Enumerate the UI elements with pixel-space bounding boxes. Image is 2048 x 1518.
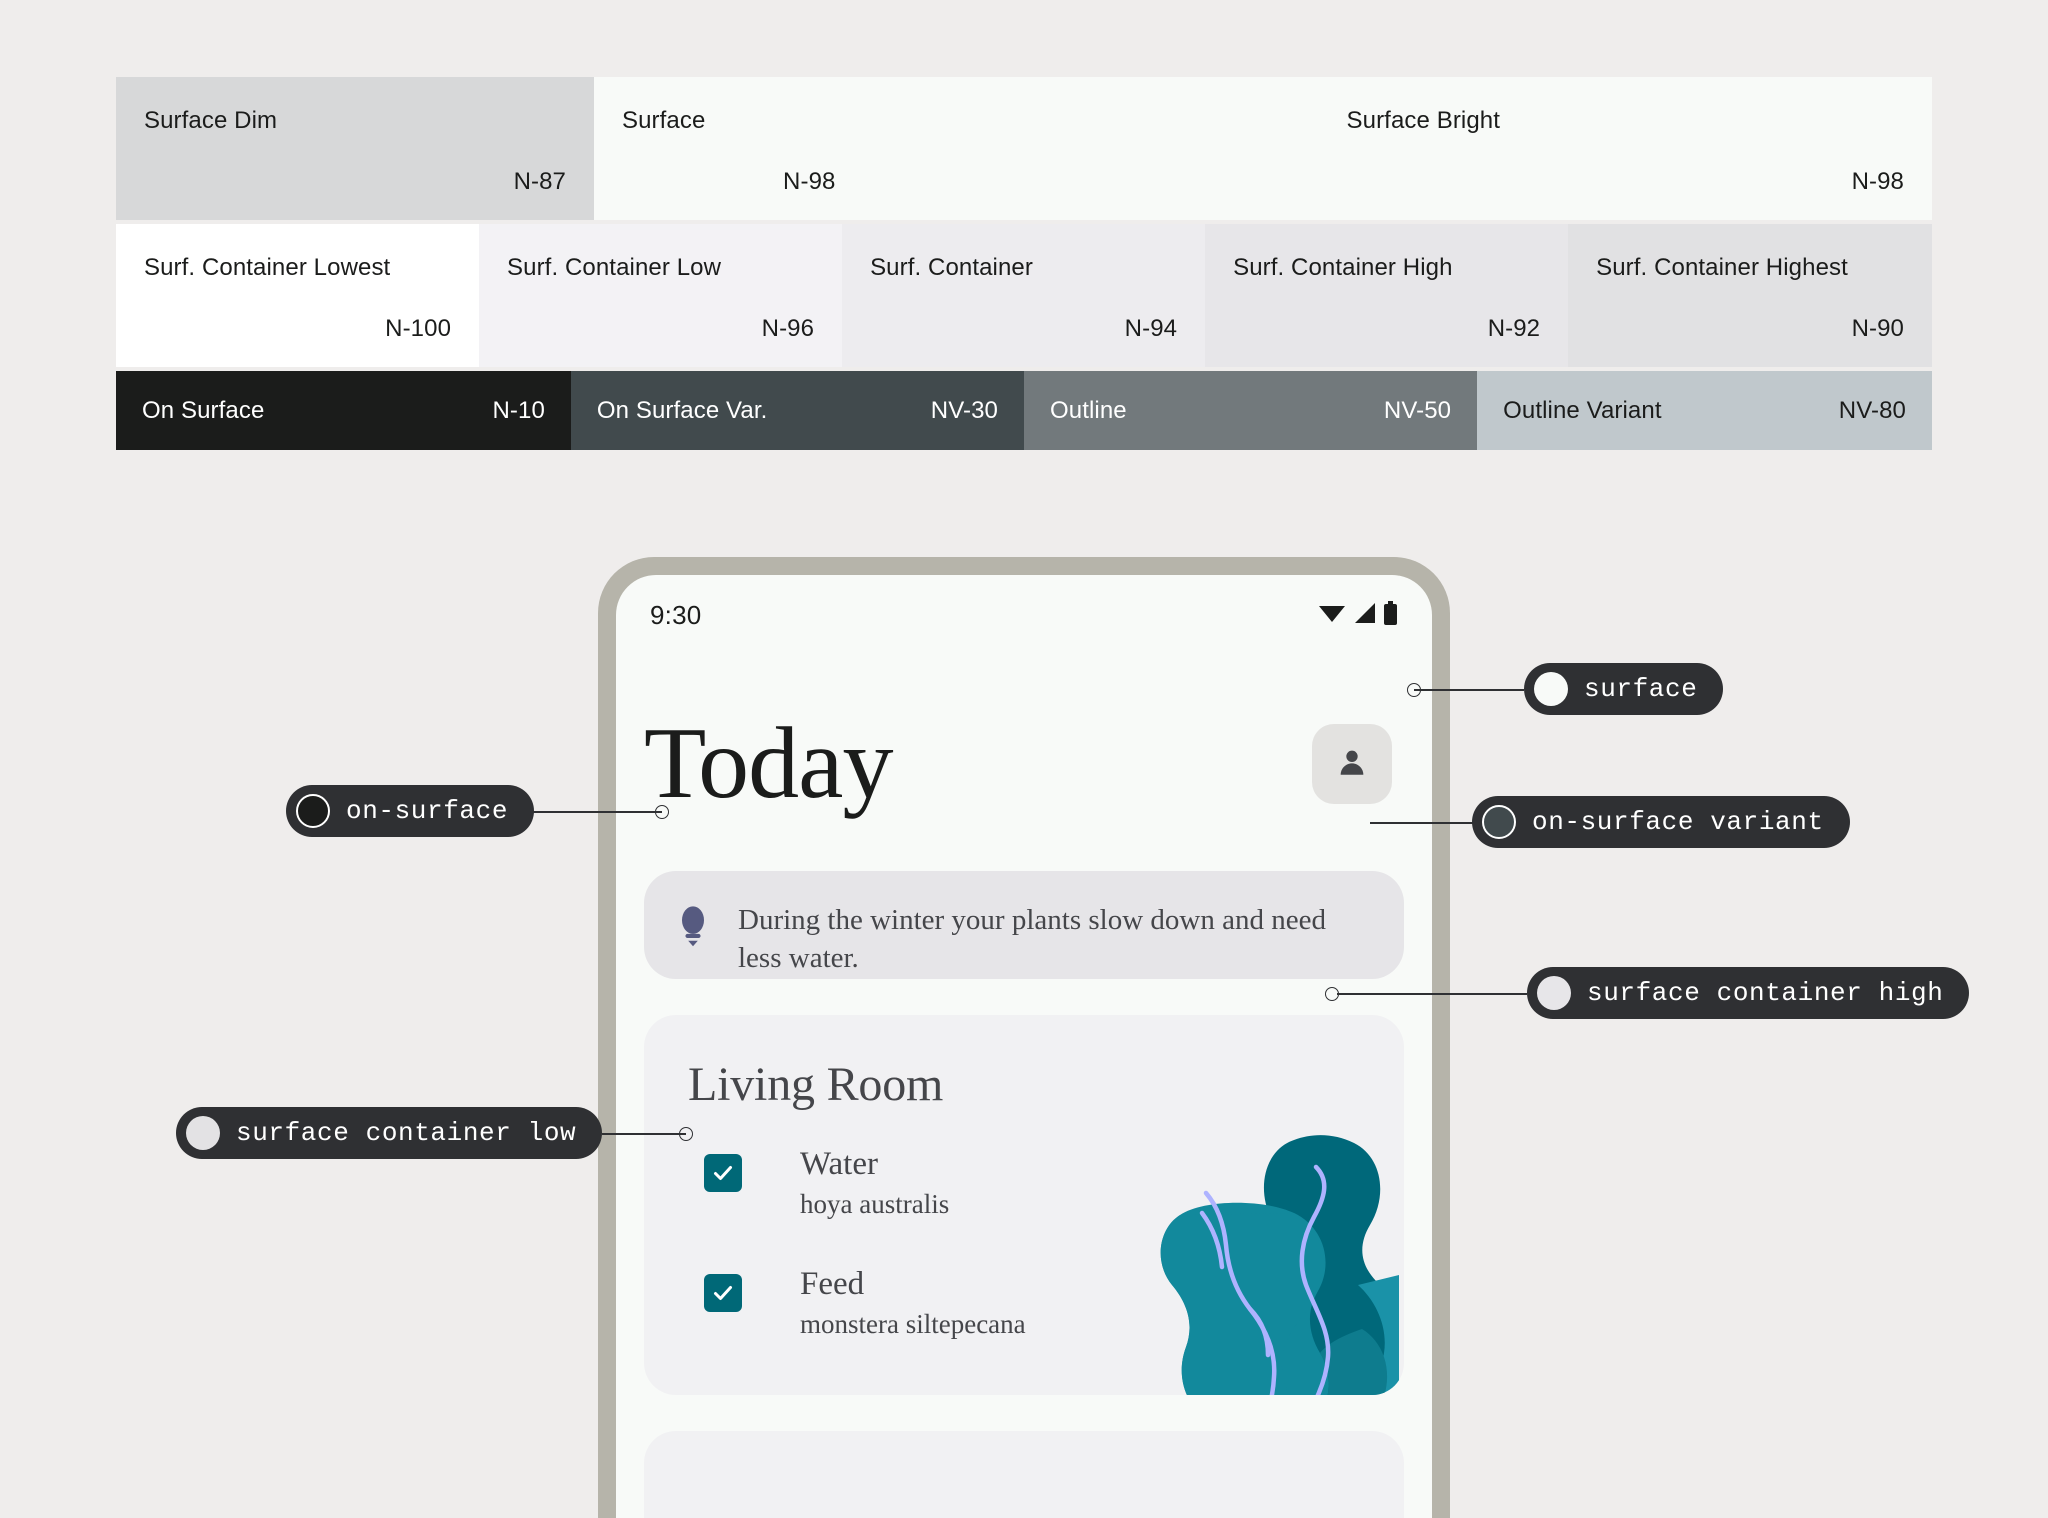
tip-text: During the winter your plants slow down …: [738, 904, 1326, 975]
annotation-pill-surface-container-low[interactable]: surface container low: [176, 1107, 603, 1159]
swatch-surface-container-highest: Surf. Container Highest N-90: [1568, 224, 1932, 367]
leader-endpoint-surface-container-low: [679, 1127, 693, 1141]
swatch-label: On Surface Var.: [596, 396, 768, 424]
signal-icon: [1352, 602, 1376, 629]
swatch-label: Surface: [621, 107, 706, 134]
task-subtitle: monstera siltepecana: [800, 1309, 1026, 1340]
room-card[interactable]: Living Room Water hoya australis Feed mo…: [644, 1015, 1404, 1395]
plant-illustration: [1160, 1135, 1399, 1395]
swatch-label: Surf. Container Highest: [1596, 254, 1848, 281]
swatch-surface-dim: Surface Dim N-87: [116, 77, 594, 220]
annotation-pill-on-surface-variant[interactable]: on-surface variant: [1472, 796, 1850, 848]
task-text: Feed monstera siltepecana: [800, 1266, 1026, 1344]
phone-mockup-frame: 9:30 Today During the winter your plants…: [598, 557, 1450, 1518]
leader-endpoint-on-surface: [655, 805, 669, 819]
swatch-label: Outline: [1050, 396, 1127, 424]
swatch-label: On Surface: [142, 396, 265, 424]
status-bar: 9:30: [616, 575, 1432, 645]
swatch-label: Surface Dim: [144, 107, 278, 134]
task-subtitle: hoya australis: [800, 1189, 950, 1220]
swatch-surface-container: Surf. Container N-94: [842, 224, 1206, 367]
wifi-icon: [1319, 603, 1345, 628]
annotation-pill-on-surface[interactable]: on-surface: [286, 785, 535, 837]
swatch-outline: Outline NV-50: [1024, 371, 1478, 450]
swatch-code: NV-50: [1383, 396, 1452, 424]
swatch-row-on-surface: On Surface N-10 On Surface Var. NV-30 Ou…: [116, 371, 1932, 450]
swatch-code: N-10: [492, 396, 545, 424]
task-row[interactable]: Feed monstera siltepecana: [644, 1266, 1404, 1344]
swatch-code: N-96: [761, 315, 815, 342]
swatch-on-surface: On Surface N-10: [116, 371, 571, 450]
leader-endpoint-surface: [1407, 683, 1421, 697]
swatch-surface-container-low: Surf. Container Low N-96: [479, 224, 843, 367]
annotation-pill-surface-container-high[interactable]: surface container high: [1527, 967, 1970, 1019]
swatch-label: Surf. Container Low: [507, 254, 722, 281]
color-dot-surface: [1534, 672, 1568, 706]
swatch-row-surface: Surface Dim N-87 Surface N-98 Surface Br…: [116, 77, 1932, 220]
leader-line-on-surface-variant: [1370, 822, 1482, 824]
leader-line-surface-container-high: [1337, 993, 1527, 995]
tip-card[interactable]: During the winter your plants slow down …: [644, 871, 1404, 979]
status-bar-time: 9:30: [650, 599, 702, 630]
leader-endpoint-surface-container-high: [1325, 987, 1339, 1001]
swatch-code: N-98: [1851, 168, 1904, 195]
annotation-label: surface: [1584, 674, 1698, 704]
next-card[interactable]: [644, 1431, 1404, 1518]
task-checkbox[interactable]: [704, 1154, 742, 1192]
color-dot-surface-container-high: [1537, 976, 1571, 1010]
person-icon: [1335, 745, 1369, 784]
swatch-row-surface-container: Surf. Container Lowest N-100 Surf. Conta…: [116, 224, 1932, 367]
swatch-surface-bright: Surface Bright N-98: [1154, 77, 1932, 220]
swatch-code: NV-30: [930, 396, 998, 424]
swatch-code: NV-80: [1838, 396, 1906, 424]
room-card-title: Living Room: [688, 1058, 944, 1111]
swatch-label: Surf. Container: [870, 254, 1033, 281]
task-checkbox[interactable]: [704, 1274, 742, 1313]
swatch-code: N-87: [513, 168, 566, 195]
color-dot-on-surface-variant: [1482, 805, 1516, 839]
swatch-surface-container-lowest: Surf. Container Lowest N-100: [116, 224, 480, 367]
swatch-on-surface-variant: On Surface Var. NV-30: [570, 371, 1024, 450]
annotation-label: on-surface: [346, 796, 509, 826]
annotation-label: on-surface variant: [1532, 807, 1824, 837]
leader-line-surface: [1414, 689, 1524, 691]
swatch-code: N-92: [1487, 315, 1541, 342]
leader-line-surface-container-low: [602, 1133, 686, 1135]
task-title: Feed: [800, 1266, 865, 1303]
swatch-label: Surface Bright: [1346, 107, 1501, 134]
annotation-label: surface container low: [236, 1118, 577, 1148]
swatch-label: Outline Variant: [1503, 396, 1662, 424]
swatch-code: N-94: [1124, 315, 1178, 342]
page-title: Today: [644, 707, 893, 820]
lightbulb-icon: [676, 905, 710, 954]
swatch-code: N-100: [385, 315, 452, 342]
task-title: Water: [800, 1146, 878, 1182]
swatch-surface-container-high: Surf. Container High N-92: [1205, 224, 1569, 367]
task-text: Water hoya australis: [800, 1146, 949, 1224]
swatch-surface: Surface N-98: [593, 77, 1155, 220]
annotation-label: surface container high: [1587, 978, 1944, 1008]
color-dot-surface-container-low: [186, 1116, 220, 1150]
phone-screen: 9:30 Today During the winter your plants…: [616, 575, 1432, 1518]
surface-swatch-table: Surface Dim N-87 Surface N-98 Surface Br…: [116, 77, 1932, 450]
swatch-label: Surf. Container High: [1233, 254, 1453, 281]
battery-icon: [1383, 600, 1398, 630]
swatch-label: Surf. Container Lowest: [144, 254, 391, 281]
swatch-code: N-98: [783, 168, 836, 195]
leader-line-on-surface: [528, 811, 662, 813]
annotation-pill-surface[interactable]: surface: [1524, 663, 1724, 715]
account-button[interactable]: [1312, 724, 1392, 804]
task-row[interactable]: Water hoya australis: [644, 1146, 1404, 1224]
swatch-outline-variant: Outline Variant NV-80: [1477, 371, 1932, 450]
status-bar-icons: [1319, 600, 1398, 630]
swatch-code: N-90: [1851, 315, 1904, 342]
color-dot-on-surface: [296, 794, 330, 828]
today-header: Today: [616, 645, 1432, 815]
